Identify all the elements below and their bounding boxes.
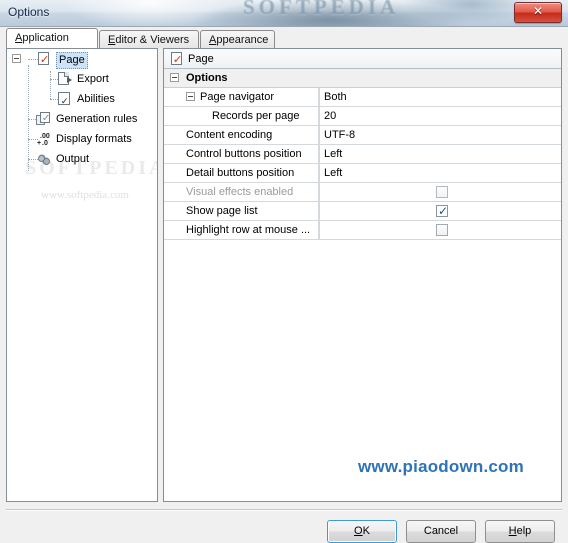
help-label: elp — [516, 525, 532, 537]
property-category-label: Options — [186, 72, 228, 84]
category-collapse-icon[interactable] — [170, 73, 179, 82]
page-check-icon-header: ✓ — [171, 52, 183, 66]
ok-button[interactable]: OK — [327, 520, 397, 543]
tab-application[interactable]: Application — [6, 28, 98, 48]
settings-tree[interactable]: SOFTPEDIA www.softpedia.com ✓ Page Expor… — [6, 48, 158, 502]
window-title: Options — [8, 5, 50, 19]
options-dialog: SOFTPEDIA Options ✕ Application Editor &… — [0, 0, 568, 543]
tab-application-label: pplication — [22, 32, 69, 44]
tab-editor-viewers[interactable]: Editor & Viewers — [99, 30, 199, 48]
property-row-show-page-list[interactable]: Show page list ✓ — [164, 202, 561, 221]
property-value[interactable]: UTF-8 — [324, 129, 355, 141]
tree-item-generation-rules-label: Generation rules — [56, 113, 138, 125]
ok-mnemonic: O — [354, 525, 363, 537]
property-name: Records per page — [212, 110, 300, 122]
property-row-detail-buttons-position[interactable]: Detail buttons position Left — [164, 164, 561, 183]
tree-line-root — [28, 65, 30, 171]
checkmark-icon: ✓ — [438, 204, 449, 218]
generation-rules-icon: ✓ — [36, 112, 52, 126]
output-gear-icon — [36, 152, 52, 166]
property-row-records-per-page[interactable]: Records per page 20 — [164, 107, 561, 126]
property-row-visual-effects-enabled: Visual effects enabled — [164, 183, 561, 202]
export-icon — [58, 72, 74, 86]
show-page-list-checkbox[interactable]: ✓ — [436, 204, 449, 218]
property-category-options[interactable]: Options — [164, 69, 561, 88]
footer-separator — [6, 509, 562, 511]
property-name: Show page list — [186, 205, 258, 217]
highlight-row-at-mouse-checkbox[interactable] — [436, 224, 448, 236]
close-button[interactable]: ✕ — [514, 2, 562, 23]
help-mnemonic: H — [508, 525, 517, 537]
property-name: Control buttons position — [186, 148, 302, 160]
cancel-button[interactable]: Cancel — [406, 520, 476, 543]
property-name: Content encoding — [186, 129, 273, 141]
ok-label: K — [362, 525, 370, 537]
property-name: Detail buttons position — [186, 167, 295, 179]
display-formats-icon: .00 + .0 — [37, 133, 50, 147]
property-grid-header-title: Page — [188, 53, 214, 65]
dialog-client-area: Application Editor & Viewers Appearance … — [0, 26, 568, 543]
property-row-content-encoding[interactable]: Content encoding UTF-8 — [164, 126, 561, 145]
property-value[interactable]: 20 — [324, 110, 336, 122]
cancel-label: Cancel — [423, 525, 459, 537]
title-bar: SOFTPEDIA Options ✕ — [0, 0, 568, 26]
tree-line-page-children — [50, 71, 52, 99]
tree-item-output-label: Output — [56, 153, 90, 165]
property-name: Highlight row at mouse ... — [186, 224, 311, 236]
tab-appearance[interactable]: Appearance — [200, 30, 275, 48]
piaodown-watermark: www.piaodown.com — [358, 457, 524, 476]
property-name: Page navigator — [200, 91, 274, 103]
help-button[interactable]: Help — [485, 520, 555, 543]
abilities-icon: ✓ — [58, 92, 74, 106]
softpedia-watermark-tree-url: www.softpedia.com — [41, 189, 129, 201]
property-value[interactable]: Both — [324, 91, 347, 103]
tab-appearance-label: ppearance — [216, 34, 269, 46]
softpedia-watermark-title: SOFTPEDIA — [243, 0, 400, 19]
page-check-icon: ✓ — [38, 52, 50, 66]
tree-expander-page[interactable] — [12, 54, 21, 63]
property-row-control-buttons-position[interactable]: Control buttons position Left — [164, 145, 561, 164]
property-grid-header: ✓ Page — [164, 49, 561, 69]
property-name: Visual effects enabled — [186, 186, 294, 198]
page-navigator-collapse-icon[interactable] — [186, 92, 195, 101]
close-icon: ✕ — [532, 4, 544, 18]
property-row-page-navigator[interactable]: Page navigator Both — [164, 88, 561, 107]
tree-item-page-label: Page — [56, 52, 88, 69]
tree-item-abilities-label: Abilities — [77, 93, 115, 105]
property-row-highlight-row-at-mouse[interactable]: Highlight row at mouse ... — [164, 221, 561, 240]
property-value[interactable]: Left — [324, 148, 342, 160]
tree-item-export-label: Export — [77, 73, 109, 85]
tree-item-display-formats-label: Display formats — [56, 133, 132, 145]
property-value[interactable]: Left — [324, 167, 342, 179]
visual-effects-enabled-checkbox — [436, 186, 448, 198]
property-grid[interactable]: ✓ Page Options Page navigator Both Recor… — [163, 48, 562, 502]
tab-editor-viewers-label: ditor & Viewers — [115, 34, 190, 46]
